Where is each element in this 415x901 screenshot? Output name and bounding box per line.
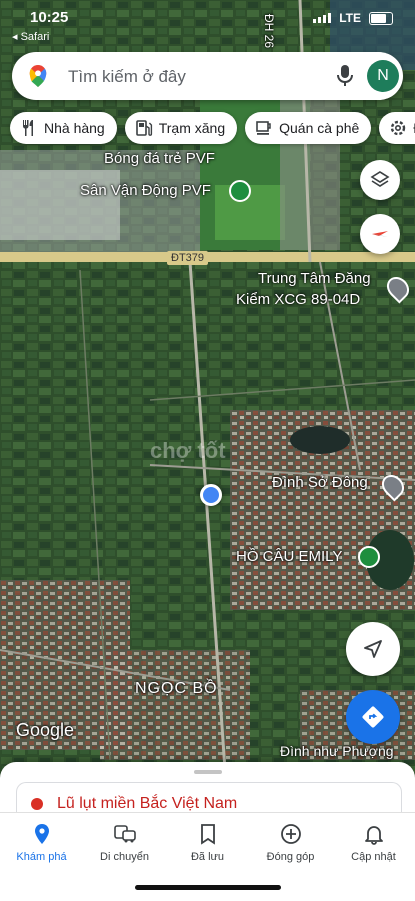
chip-more[interactable]: Đ [379, 112, 415, 144]
compass-icon [372, 231, 388, 237]
directions-button[interactable] [346, 690, 400, 744]
search-input[interactable]: Tìm kiếm ở đây [68, 67, 186, 87]
commute-icon [113, 825, 136, 843]
chip-gas-stations[interactable]: Trạm xăng [124, 112, 238, 144]
road-label-dt379: ĐT379 [167, 251, 209, 265]
nav-label: Đóng góp [266, 851, 315, 863]
sheet-drag-handle[interactable] [194, 770, 222, 774]
back-to-safari[interactable]: ◂ Safari [12, 30, 49, 43]
directions-icon [362, 706, 384, 728]
alert-title: Lũ lụt miền Bắc Việt Nam [57, 795, 238, 812]
layers-icon [370, 171, 390, 187]
place-label-ngoc-bo[interactable]: NGỌC BỒ [135, 680, 218, 698]
stadium-pin-icon[interactable] [229, 180, 251, 202]
bell-icon [364, 826, 383, 845]
home-indicator[interactable] [135, 885, 281, 890]
watermark: chợ tốt [150, 438, 226, 463]
place-label-trung-tam-2[interactable]: Kiểm XCG 89-04D [236, 291, 360, 308]
nav-label: Khám phá [16, 851, 67, 863]
place-label-dinh-so-dong[interactable]: Đình Sở Đông [272, 474, 368, 491]
nav-contribute[interactable]: Đóng góp [249, 823, 332, 863]
explore-pin-icon [34, 824, 49, 844]
nav-label: Di chuyển [100, 851, 149, 863]
category-chips: Nhà hàng Trạm xăng Quán cà phê Đ [10, 112, 415, 144]
place-label-trung-tam-1[interactable]: Trung Tâm Đăng [258, 270, 371, 287]
park-pin-icon[interactable] [358, 546, 380, 568]
compass-button[interactable] [360, 214, 400, 254]
nav-label: Đã lưu [190, 851, 225, 863]
chip-label: Quán cà phê [279, 120, 360, 136]
layers-button[interactable] [360, 160, 400, 200]
chip-cafes[interactable]: Quán cà phê [245, 112, 372, 144]
my-location-button[interactable] [346, 622, 400, 676]
google-logo: Google [16, 720, 75, 740]
nav-explore[interactable]: Khám phá [0, 823, 83, 863]
chip-restaurants[interactable]: Nhà hàng [10, 112, 117, 144]
settings-icon [391, 120, 406, 136]
nav-saved[interactable]: Đã lưu [166, 823, 249, 863]
status-bar: 10:25 ◂ Safari LTE [0, 0, 415, 48]
battery-icon [369, 11, 393, 25]
add-circle-icon [280, 824, 301, 844]
nav-updates[interactable]: Cập nhật [332, 823, 415, 863]
chip-label: Nhà hàng [44, 120, 105, 136]
avatar[interactable]: N [367, 60, 399, 92]
place-label-pvf-stadium[interactable]: Sân Vận Động PVF [80, 182, 211, 199]
navigation-arrow-icon [364, 640, 382, 658]
maps-logo-icon [29, 65, 47, 87]
restaurant-icon [23, 120, 33, 136]
bookmark-icon [200, 824, 215, 845]
gas-station-icon [135, 120, 152, 136]
place-label-pvf-academy[interactable]: Bóng đá trẻ PVF [104, 150, 215, 167]
status-time: 10:25 [30, 9, 69, 26]
chip-label: Trạm xăng [158, 120, 226, 136]
current-location-dot [200, 484, 222, 506]
alert-icon [31, 798, 43, 810]
coffee-icon [256, 121, 271, 135]
network-type: LTE [339, 11, 361, 25]
search-bar[interactable]: Tìm kiếm ở đây N [12, 52, 403, 100]
place-label-ho-cau[interactable]: HỒ CÂU EMILY [236, 548, 342, 565]
nav-label: Cập nhật [351, 851, 396, 863]
place-label-dinh-phuong[interactable]: Đình như Phượng [280, 743, 394, 759]
microphone-icon[interactable] [335, 64, 355, 88]
nav-commute[interactable]: Di chuyển [83, 823, 166, 863]
signal-icon [313, 13, 332, 23]
